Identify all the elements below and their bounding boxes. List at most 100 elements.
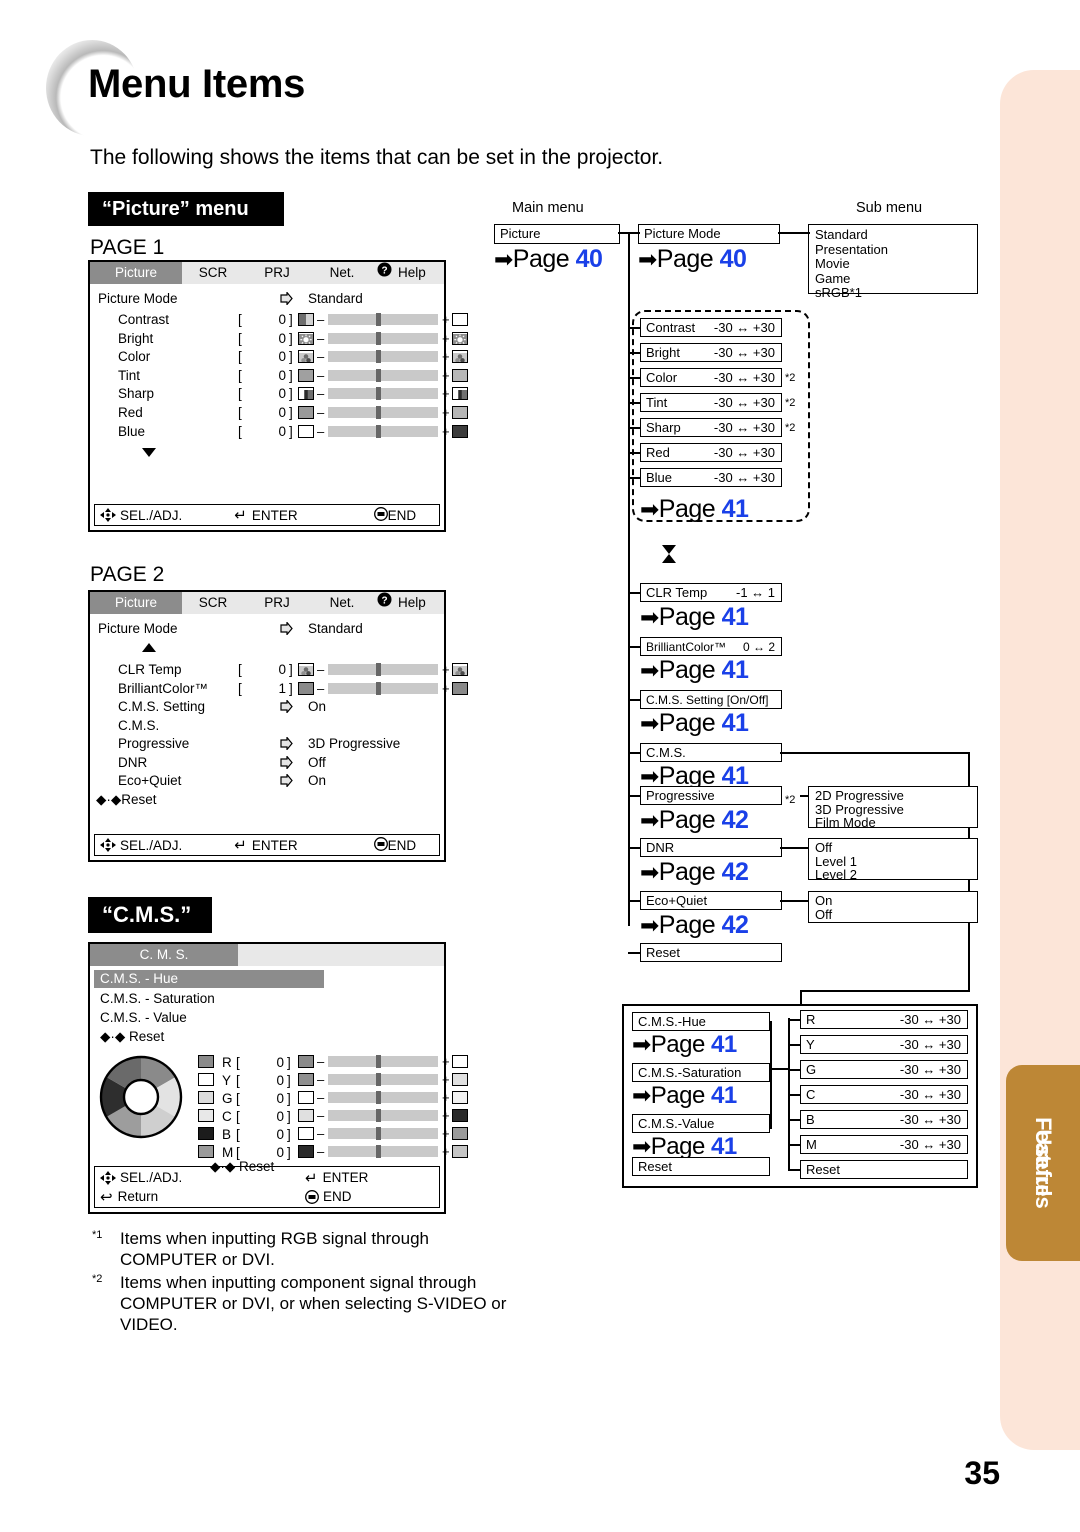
slider-swatch-icon	[298, 1091, 314, 1104]
osd-slider-handle[interactable]	[376, 387, 381, 401]
bracket-left: [	[238, 330, 242, 346]
cms-channel-row[interactable]: G[0] – +	[90, 1090, 468, 1108]
cms-slider-track[interactable]	[328, 1055, 438, 1068]
arrow-right-icon: ➡	[640, 859, 659, 885]
tab-prj[interactable]: PRJ	[244, 262, 310, 284]
osd-slider-track[interactable]	[328, 331, 438, 345]
cms-channel-row[interactable]: Y [0] – +	[90, 1072, 468, 1090]
bracket-left: [	[236, 1073, 240, 1088]
osd-row[interactable]: BrilliantColor™ [1] – +	[90, 680, 468, 698]
osd-row[interactable]: C.M.S. Setting On	[90, 698, 440, 716]
osd-row[interactable]: Contrast [0] – +	[90, 311, 468, 329]
cms-channel-row[interactable]: R [0] – +	[90, 1054, 468, 1072]
reset-lr-arrows-icon: ◆·◆	[100, 1029, 126, 1044]
osd-slider-track[interactable]	[328, 424, 438, 438]
tab-scr[interactable]: SCR	[182, 592, 244, 614]
osd-slider-track[interactable]	[328, 313, 438, 326]
cms-slider-track[interactable]	[328, 1091, 438, 1104]
osd-slider-handle[interactable]	[376, 313, 381, 326]
cms-channel-row[interactable]: C [0] – +	[90, 1108, 468, 1126]
minus-sign: –	[317, 367, 325, 383]
slider-swatch-icon	[298, 406, 314, 419]
osd-row[interactable]: Progressive 3D Progressive	[90, 735, 440, 753]
osd-row[interactable]: Red [0] – +	[90, 404, 468, 422]
osd-slider-track[interactable]	[328, 406, 438, 419]
flow-adjust-note: *2	[785, 397, 796, 409]
cms-slider-handle[interactable]	[376, 1127, 381, 1140]
cms-slider-handle[interactable]	[376, 1073, 381, 1086]
tab-picture[interactable]: Picture	[90, 592, 182, 614]
tab-cms[interactable]: C. M. S.	[90, 944, 238, 966]
flow-box-cms-channel: Y -30 ↔ +30	[800, 1035, 968, 1054]
osd-slider-handle[interactable]	[376, 424, 381, 438]
osd-row[interactable]: Blue [0] – +	[90, 423, 468, 441]
cms-menu-value[interactable]: C.M.S. - Value	[100, 1009, 187, 1027]
tab-prj[interactable]: PRJ	[244, 592, 310, 614]
cms-channel-row[interactable]: B [0] – +	[90, 1126, 468, 1144]
flow-adjust-range: -30 ↔ +30	[713, 345, 775, 360]
cms-heading: “C.M.S.”	[88, 897, 212, 933]
tab-scr[interactable]: SCR	[182, 262, 244, 284]
help-question-icon: ?	[374, 592, 394, 614]
tab-help[interactable]: Help	[394, 262, 442, 284]
tab-picture[interactable]: Picture	[90, 262, 182, 284]
osd-row[interactable]: Eco+Quiet On	[90, 772, 440, 790]
flow-channel-range: -30 ↔ +30	[899, 1137, 961, 1152]
osd-slider-handle[interactable]	[376, 406, 381, 419]
cms-slider-handle[interactable]	[376, 1145, 381, 1158]
cms-slider-handle[interactable]	[376, 1109, 381, 1122]
osd-row[interactable]: Sharp [0] – +	[90, 385, 468, 403]
tab-net[interactable]: Net.	[310, 592, 374, 614]
slider-swatch-icon	[298, 663, 314, 676]
osd-slider-handle[interactable]	[376, 681, 381, 695]
arrow-right-icon: ➡	[640, 912, 659, 938]
tab-help[interactable]: Help	[394, 592, 442, 614]
osd-panel-page2: Picture SCR PRJ Net. ? Help Picture Mode…	[88, 590, 468, 862]
right-arrow-icon	[280, 774, 293, 788]
osd-row[interactable]: CLR Temp [0] – +	[90, 661, 468, 679]
osd-panel-cms: C. M. S. C.M.S. - Hue C.M.S. - Saturatio…	[88, 942, 468, 1214]
flow-option: Game	[815, 270, 851, 286]
osd-slider-handle[interactable]	[376, 368, 381, 382]
osd-slider-track[interactable]	[328, 387, 438, 401]
tab-net[interactable]: Net.	[310, 262, 374, 284]
flow-box-cms-channel: M -30 ↔ +30	[800, 1135, 968, 1154]
osd-slider-handle[interactable]	[376, 331, 381, 345]
osd-slider-handle[interactable]	[376, 663, 381, 676]
flow-box-eco-quiet: Eco+Quiet	[640, 891, 782, 910]
flow-option: Presentation	[815, 241, 888, 257]
slider-swatch-icon	[452, 331, 468, 345]
osd-row[interactable]: C.M.S.	[90, 717, 440, 735]
flow-adjust-range: -30 ↔ +30	[713, 320, 775, 335]
cms-slider-track[interactable]	[328, 1109, 438, 1122]
osd-slider-track[interactable]	[328, 368, 438, 382]
cms-slider-track[interactable]	[328, 1073, 438, 1086]
cms-reset-top[interactable]: ◆·◆ Reset	[100, 1028, 164, 1046]
osd-row-reset[interactable]: ◆·◆Reset	[96, 791, 157, 809]
scroll-up-arrow-icon[interactable]	[142, 643, 156, 652]
flow-box-cms-item: C.M.S.-Hue	[632, 1012, 770, 1031]
cms-slider-track[interactable]	[328, 1127, 438, 1140]
flow-box-cms-channel: G -30 ↔ +30	[800, 1060, 968, 1079]
cms-slider-handle[interactable]	[376, 1055, 381, 1068]
osd-slider-track[interactable]	[328, 663, 438, 676]
end-button-icon	[305, 1189, 319, 1204]
scroll-down-arrow-icon[interactable]	[142, 448, 156, 457]
osd-row[interactable]: Bright [0] – +	[90, 330, 468, 348]
cms-slider-handle[interactable]	[376, 1091, 381, 1104]
cms-slider-track[interactable]	[328, 1145, 438, 1158]
flow-box-picture-mode-options: Standard Presentation Movie Game sRGB*1	[808, 224, 978, 300]
osd-row[interactable]: Tint [0] – +	[90, 367, 468, 385]
osd-row[interactable]: DNR Off	[90, 754, 440, 772]
right-arrow-icon	[280, 737, 293, 751]
osd-slider-track[interactable]	[328, 350, 438, 364]
osd-slider-track[interactable]	[328, 681, 438, 695]
cms-channel-value: 0	[276, 1073, 284, 1088]
footer-sel-label: SEL./ADJ.	[120, 1170, 183, 1185]
osd-row[interactable]: Color [0] – +	[90, 348, 468, 366]
bracket-right: ]	[289, 312, 293, 327]
osd-slider-handle[interactable]	[376, 350, 381, 364]
cms-menu-hue[interactable]: C.M.S. - Hue	[94, 970, 324, 988]
osd-row-value: 0	[278, 367, 286, 383]
cms-menu-saturation[interactable]: C.M.S. - Saturation	[100, 990, 215, 1008]
